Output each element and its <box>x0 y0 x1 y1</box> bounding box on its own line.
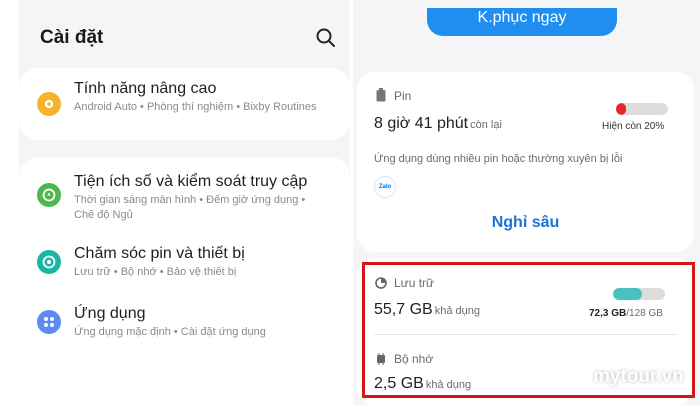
watermark: mytour.vn <box>593 366 684 387</box>
settings-item-subtitle: Thời gian sáng màn hình • Đếm giờ ứng dụ… <box>74 194 306 221</box>
settings-card-group: Tiện ích số và kiểm soát truy cập Thời g… <box>19 157 350 352</box>
battery-level-fill <box>616 103 627 115</box>
settings-item-title: Tính năng nâng cao <box>74 80 217 97</box>
battery-time: 8 giờ 41 phút <box>374 115 469 132</box>
battery-label: Pin <box>394 89 412 103</box>
settings-panel: Cài đặt Tính năng nâng cao Android Auto … <box>19 0 350 352</box>
search-button[interactable] <box>315 27 337 49</box>
settings-item-device-care[interactable]: Chăm sóc pin và thiết bị Lưu trữ • Bộ nh… <box>19 237 350 291</box>
settings-item-subtitle: Ứng dụng mặc định • Cài đặt ứng dụng <box>74 326 266 338</box>
zalo-app-icon[interactable]: Zalo <box>374 176 396 198</box>
zalo-app-label: Zalo <box>378 184 392 190</box>
page-title: Cài đặt <box>40 27 104 48</box>
settings-item-title: Chăm sóc pin và thiết bị <box>74 245 245 262</box>
restore-now-button[interactable]: K.phục ngay <box>427 8 617 36</box>
battery-level-bar <box>616 103 668 115</box>
settings-item-apps[interactable]: Ứng dụng Ứng dụng mặc định • Cài đặt ứng… <box>19 299 350 349</box>
search-icon <box>316 28 335 47</box>
battery-usage-text: Ứng dụng dùng nhiều pin hoặc thường xuyê… <box>374 153 623 165</box>
settings-item-subtitle: Android Auto • Phòng thí nghiệm • Bixby … <box>74 101 317 113</box>
gear-plus-icon <box>37 92 61 116</box>
settings-card-advanced: Tính năng nâng cao Android Auto • Phòng … <box>19 68 350 140</box>
battery-time-value: 8 giờ 41 phút còn lại <box>374 115 502 133</box>
settings-item-digital-wellbeing[interactable]: Tiện ích số và kiểm soát truy cập Thời g… <box>19 157 350 229</box>
settings-item-subtitle: Lưu trữ • Bộ nhớ • Bảo vệ thiết bị <box>74 266 237 278</box>
deep-sleep-link[interactable]: Nghỉ sâu <box>357 214 694 232</box>
battery-time-suffix: còn lại <box>470 119 502 131</box>
digital-wellbeing-icon <box>37 183 61 207</box>
settings-item-advanced-features[interactable]: Tính năng nâng cao Android Auto • Phòng … <box>19 68 350 140</box>
battery-icon <box>376 88 386 107</box>
settings-item-title: Tiện ích số và kiểm soát truy cập <box>74 173 308 190</box>
device-care-icon <box>37 250 61 274</box>
battery-card: Pin 8 giờ 41 phút còn lại Hiện còn 20% Ứn… <box>357 72 694 252</box>
apps-grid-icon <box>37 310 61 334</box>
battery-remaining: Hiện còn 20% <box>602 121 665 132</box>
settings-item-title: Ứng dụng <box>74 305 146 322</box>
settings-header: Cài đặt <box>19 0 350 70</box>
